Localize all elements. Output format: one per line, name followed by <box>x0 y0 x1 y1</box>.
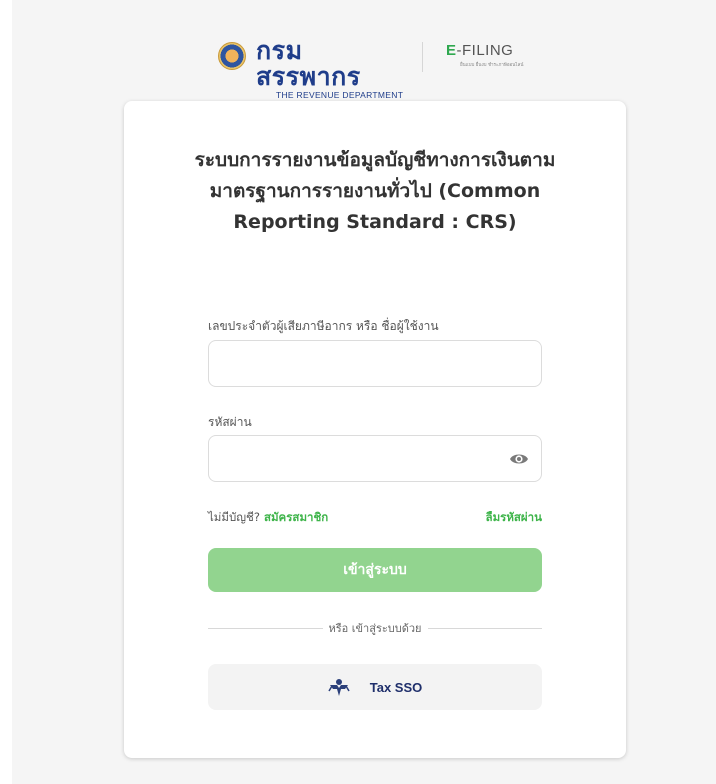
eye-icon[interactable] <box>509 451 529 467</box>
account-links-row: ไม่มีบัญชี? สมัครสมาชิก ลืมรหัสผ่าน <box>208 509 542 529</box>
logo-divider <box>422 42 423 72</box>
efiling-title: E-FILING <box>446 42 546 59</box>
page-title: ระบบการรายงานข้อมูลบัญชีทางการเงินตามมาต… <box>194 149 556 233</box>
header-logos: กรมสรรพากร THE REVENUE DEPARTMENT E-FILI… <box>0 38 716 101</box>
or-divider-text: หรือ เข้าสู่ระบบด้วย <box>328 622 422 635</box>
rd-name-thai: กรมสรรพากร <box>256 36 361 91</box>
left-edge-bar <box>0 0 12 784</box>
password-field[interactable] <box>208 435 542 482</box>
or-divider-line-right <box>427 627 543 629</box>
username-label: เลขประจำตัวผู้เสียภาษีอากร หรือ ชื่อผู้ใ… <box>208 319 439 333</box>
revenue-department-emblem-icon <box>218 42 246 70</box>
efiling-logo: E-FILING ยื่นแบบ ยื่นงบ ชำระภาษีออนไลน์ <box>446 42 546 74</box>
register-link[interactable]: สมัครสมาชิก <box>264 510 328 524</box>
login-card: ระบบการรายงานข้อมูลบัญชีทางการเงินตามมาต… <box>124 101 626 758</box>
username-field[interactable] <box>208 340 542 387</box>
or-divider: หรือ เข้าสู่ระบบด้วย <box>208 620 543 636</box>
login-button[interactable]: เข้าสู่ระบบ <box>208 548 542 592</box>
password-label: รหัสผ่าน <box>208 415 252 429</box>
efiling-rest: -FILING <box>456 42 514 59</box>
rd-name-eng: THE REVENUE DEPARTMENT <box>276 90 404 100</box>
revenue-department-logo: กรมสรรพากร THE REVENUE DEPARTMENT <box>256 38 406 101</box>
forgot-password-link[interactable]: ลืมรหัสผ่าน <box>486 509 542 527</box>
efiling-subtitle: ยื่นแบบ ยื่นงบ ชำระภาษีออนไลน์ <box>460 63 524 68</box>
efiling-prefix: E <box>446 42 457 59</box>
tax-sso-button[interactable]: Tax SSO <box>208 664 542 710</box>
no-account-text: ไม่มีบัญชี? <box>208 510 260 524</box>
tax-sso-label: Tax SSO <box>369 679 423 695</box>
or-divider-line-left <box>208 627 323 629</box>
garuda-emblem-icon <box>328 679 350 696</box>
